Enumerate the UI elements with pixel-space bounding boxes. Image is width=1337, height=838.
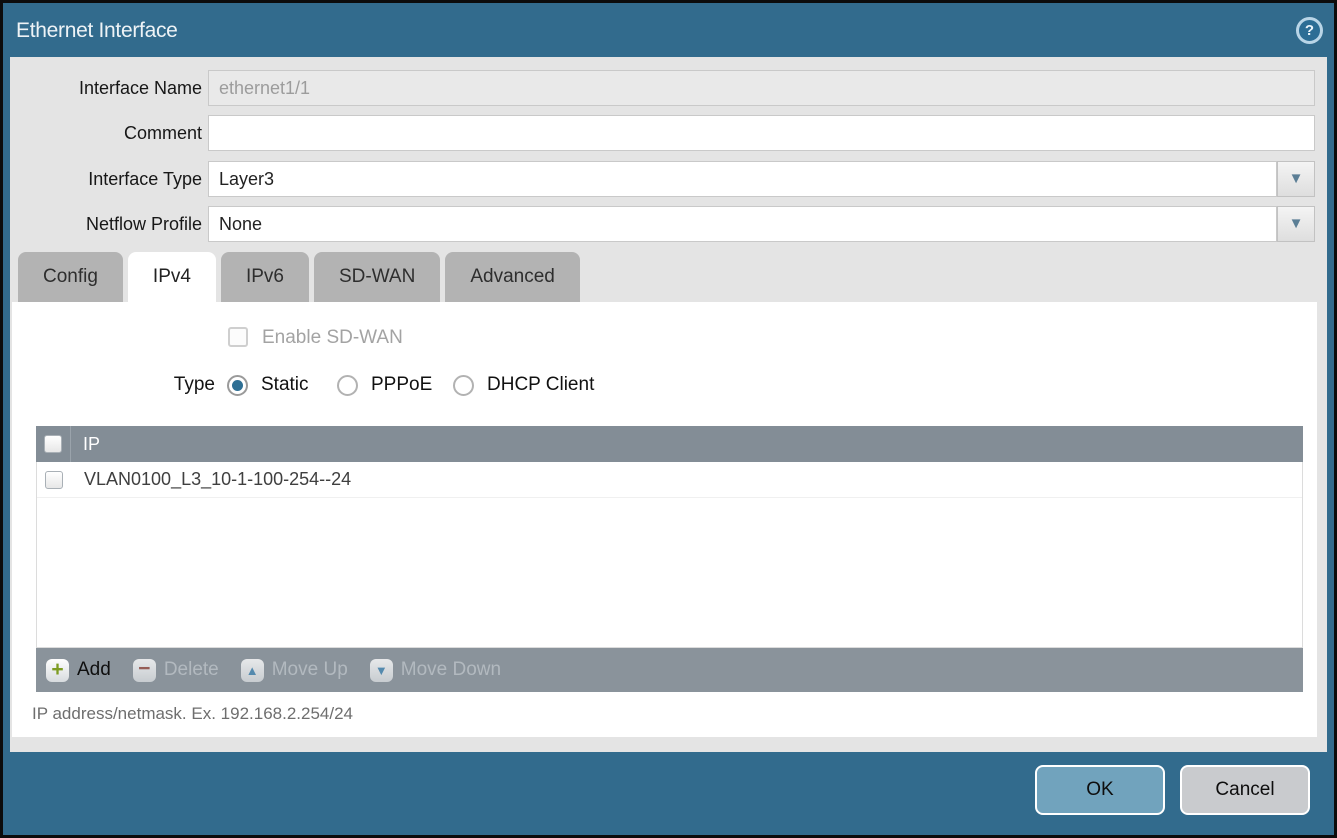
- radio-button-icon: [227, 375, 248, 396]
- tab-ipv6[interactable]: IPv6: [221, 252, 309, 302]
- cancel-button[interactable]: Cancel: [1180, 765, 1310, 815]
- select-all-checkbox[interactable]: [44, 435, 62, 453]
- move-up-button-label: Move Up: [272, 659, 348, 681]
- interface-name-label: Interface Name: [10, 70, 202, 106]
- ip-table: IP VLAN0100_L3_10-1-100-254--24: [36, 426, 1303, 648]
- interface-type-label: Interface Type: [10, 161, 202, 197]
- radio-dhcp-client-label: DHCP Client: [487, 372, 594, 398]
- radio-pppoe-label: PPPoE: [371, 372, 432, 398]
- arrow-up-icon: ▲: [241, 659, 264, 682]
- netflow-profile-dropdown-button[interactable]: ▼: [1277, 206, 1315, 242]
- add-button[interactable]: + Add: [46, 659, 111, 682]
- ip-format-hint: IP address/netmask. Ex. 192.168.2.254/24: [32, 704, 353, 724]
- row-checkbox[interactable]: [45, 471, 63, 489]
- netflow-profile-label: Netflow Profile: [10, 206, 202, 242]
- interface-name-input: [208, 70, 1315, 106]
- interface-type-select[interactable]: Layer3: [208, 161, 1277, 197]
- help-icon[interactable]: ?: [1296, 17, 1323, 44]
- ethernet-interface-dialog: Ethernet Interface ? Interface Name Comm…: [0, 0, 1337, 838]
- radio-button-icon: [453, 375, 474, 396]
- enable-sdwan-checkbox: [228, 327, 248, 347]
- radio-pppoe[interactable]: PPPoE: [337, 372, 432, 398]
- chevron-down-icon: ▼: [1289, 215, 1304, 232]
- ip-column-header: IP: [70, 434, 100, 455]
- netflow-profile-select[interactable]: None: [208, 206, 1277, 242]
- delete-button-label: Delete: [164, 659, 219, 681]
- ip-table-body: VLAN0100_L3_10-1-100-254--24: [36, 462, 1303, 648]
- ip-cell: VLAN0100_L3_10-1-100-254--24: [71, 469, 351, 490]
- ipv4-panel: Enable SD-WAN Type Static PPPoE DHCP Cli…: [12, 302, 1317, 737]
- enable-sdwan-label: Enable SD-WAN: [262, 327, 403, 347]
- chevron-down-icon: ▼: [1289, 170, 1304, 187]
- radio-static-label: Static: [261, 372, 309, 398]
- dialog-title: Ethernet Interface: [16, 3, 178, 57]
- radio-button-icon: [337, 375, 358, 396]
- column-divider: [70, 426, 71, 462]
- tab-sd-wan[interactable]: SD-WAN: [314, 252, 440, 302]
- delete-button: − Delete: [133, 659, 219, 682]
- comment-label: Comment: [10, 115, 202, 151]
- radio-dhcp-client[interactable]: DHCP Client: [453, 372, 594, 398]
- dialog-titlebar: Ethernet Interface ?: [3, 3, 1334, 57]
- move-down-button: ▼ Move Down: [370, 659, 501, 682]
- tab-bar: Config IPv4 IPv6 SD-WAN Advanced: [18, 252, 580, 302]
- move-up-button: ▲ Move Up: [241, 659, 348, 682]
- ok-button[interactable]: OK: [1035, 765, 1165, 815]
- table-toolbar: + Add − Delete ▲ Move Up ▼ Move Down: [36, 648, 1303, 692]
- comment-input[interactable]: [208, 115, 1315, 151]
- tab-ipv4[interactable]: IPv4: [128, 252, 216, 302]
- dialog-content: Interface Name Comment Interface Type La…: [10, 57, 1327, 752]
- interface-type-dropdown-button[interactable]: ▼: [1277, 161, 1315, 197]
- tab-advanced[interactable]: Advanced: [445, 252, 580, 302]
- type-label: Type: [12, 372, 215, 398]
- move-down-button-label: Move Down: [401, 659, 501, 681]
- tab-config[interactable]: Config: [18, 252, 123, 302]
- minus-icon: −: [133, 659, 156, 682]
- table-row[interactable]: VLAN0100_L3_10-1-100-254--24: [37, 462, 1302, 498]
- ip-table-header[interactable]: IP: [36, 426, 1303, 462]
- add-button-label: Add: [77, 659, 111, 681]
- arrow-down-icon: ▼: [370, 659, 393, 682]
- plus-icon: +: [46, 659, 69, 682]
- radio-static[interactable]: Static: [227, 372, 309, 398]
